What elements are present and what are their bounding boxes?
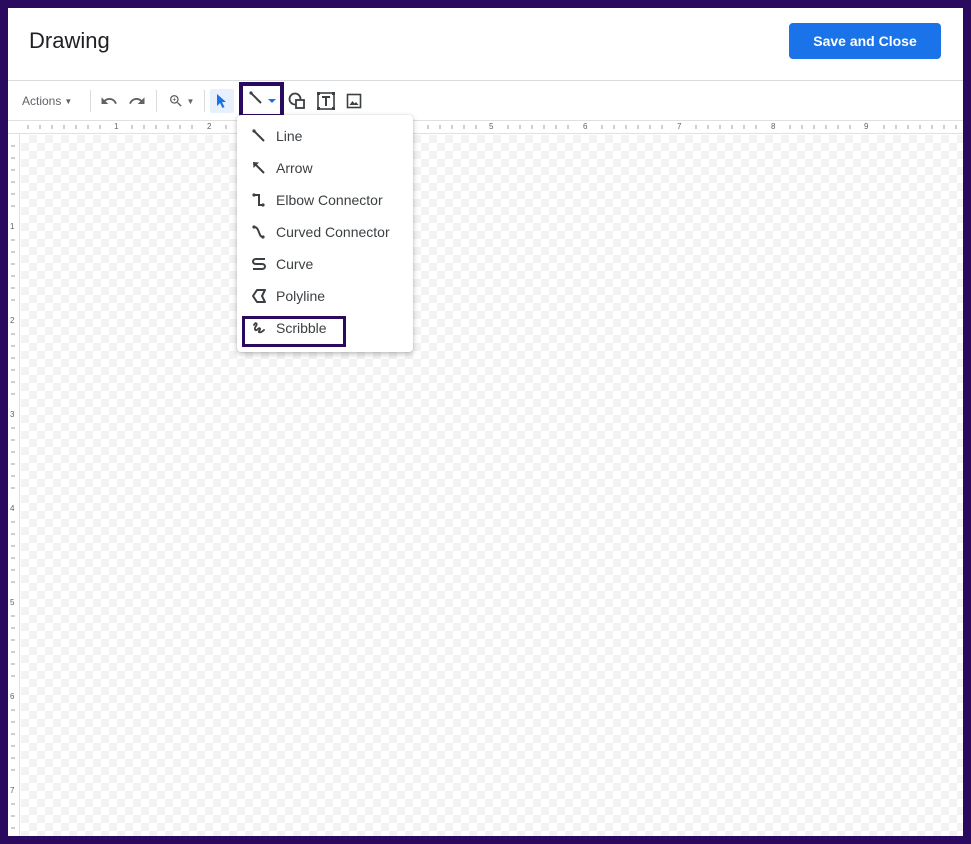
chevron-down-icon: ▼	[186, 96, 195, 106]
ruler-ticks	[11, 145, 15, 829]
menu-item-curve[interactable]: Curve	[237, 248, 413, 280]
redo-icon[interactable]	[124, 82, 150, 120]
ruler-number: 1	[114, 122, 119, 131]
ruler-number: 7	[10, 786, 15, 795]
horizontal-ruler: 1 2 5 6 7 8 9	[8, 120, 963, 134]
elbow-connector-icon	[250, 191, 268, 209]
chevron-down-icon: ▼	[64, 96, 73, 106]
ruler-number: 3	[10, 410, 15, 419]
ruler-number: 7	[677, 122, 682, 131]
chevron-down-icon	[267, 91, 276, 109]
menu-item-curved-connector[interactable]: Curved Connector	[237, 216, 413, 248]
polyline-icon	[250, 287, 268, 305]
vertical-ruler: 1 2 3 4 5 6 7	[8, 134, 20, 836]
menu-item-scribble[interactable]: Scribble	[237, 312, 413, 344]
ruler-ticks	[27, 125, 957, 129]
drawing-canvas[interactable]	[21, 135, 963, 836]
line-type-menu: Line Arrow Elbow Connector Curved Connec…	[237, 115, 413, 352]
select-arrow-icon[interactable]	[210, 89, 234, 113]
menu-item-label: Polyline	[276, 288, 326, 304]
ruler-number: 2	[207, 122, 212, 131]
ruler-number: 1	[10, 222, 15, 231]
menu-item-label: Scribble	[276, 320, 327, 336]
menu-item-polyline[interactable]: Polyline	[237, 280, 413, 312]
curve-icon	[250, 255, 268, 273]
menu-item-label: Elbow Connector	[276, 192, 383, 208]
undo-icon[interactable]	[96, 82, 122, 120]
menu-item-line[interactable]: Line	[237, 120, 413, 152]
ruler-number: 8	[771, 122, 776, 131]
toolbar-divider	[156, 90, 157, 112]
ruler-number: 5	[10, 598, 15, 607]
ruler-number: 6	[10, 692, 15, 701]
ruler-number: 4	[10, 504, 15, 513]
line-icon	[248, 90, 264, 111]
ruler-number: 5	[489, 122, 494, 131]
line-tool-button[interactable]	[239, 82, 284, 118]
ruler-number: 2	[10, 316, 15, 325]
curved-connector-icon	[250, 223, 268, 241]
scribble-icon	[250, 319, 268, 337]
menu-item-label: Curve	[276, 256, 314, 272]
arrow-icon	[250, 159, 268, 177]
save-and-close-button[interactable]: Save and Close	[789, 23, 941, 59]
menu-item-elbow-connector[interactable]: Elbow Connector	[237, 184, 413, 216]
ruler-number: 9	[864, 122, 869, 131]
page-title: Drawing	[29, 28, 110, 53]
actions-label: Actions	[22, 94, 62, 108]
line-icon	[250, 127, 268, 145]
header: Drawing Save and Close	[8, 8, 963, 81]
menu-item-arrow[interactable]: Arrow	[237, 152, 413, 184]
toolbar: Actions ▼ ▼	[8, 82, 963, 120]
menu-item-label: Curved Connector	[276, 224, 390, 240]
toolbar-divider	[204, 90, 205, 112]
toolbar-divider	[90, 90, 91, 112]
actions-menu[interactable]: Actions ▼	[22, 82, 72, 120]
menu-item-label: Arrow	[276, 160, 313, 176]
menu-item-label: Line	[276, 128, 303, 144]
zoom-in-icon[interactable]: ▼	[164, 82, 198, 120]
ruler-number: 6	[583, 122, 588, 131]
